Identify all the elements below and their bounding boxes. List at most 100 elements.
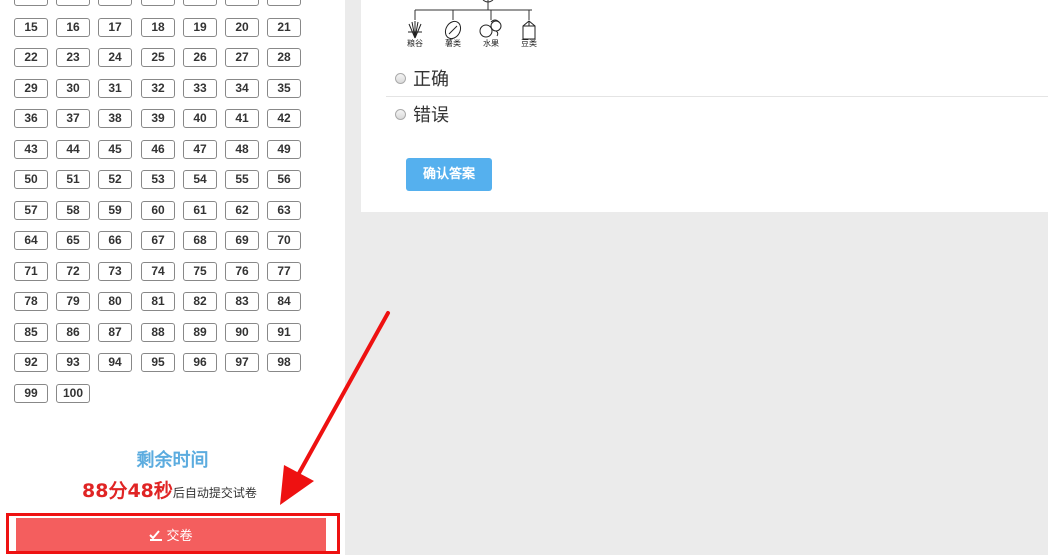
option-label: 错误 bbox=[413, 105, 449, 126]
question-number-button[interactable]: 47 bbox=[183, 140, 217, 159]
question-number-button[interactable]: 17 bbox=[98, 18, 132, 37]
question-number-button[interactable]: 68 bbox=[183, 231, 217, 250]
question-number-button[interactable]: 82 bbox=[183, 292, 217, 311]
question-number-button[interactable]: 61 bbox=[183, 201, 217, 220]
question-number-button[interactable]: 75 bbox=[183, 262, 217, 281]
question-number-button[interactable]: 60 bbox=[141, 201, 175, 220]
question-number-button[interactable]: 19 bbox=[183, 18, 217, 37]
radio-button[interactable] bbox=[395, 72, 406, 84]
diagram-label-bean: 豆类 bbox=[521, 38, 537, 48]
question-number-button[interactable]: 45 bbox=[98, 140, 132, 159]
question-number-button[interactable]: 39 bbox=[141, 109, 175, 128]
question-number-button[interactable]: 37 bbox=[56, 109, 90, 128]
question-number-button[interactable]: 87 bbox=[98, 323, 132, 342]
question-number-button[interactable]: 89 bbox=[183, 323, 217, 342]
question-number-button[interactable]: 31 bbox=[98, 79, 132, 98]
question-number-button[interactable]: 62 bbox=[225, 201, 259, 220]
question-number-button[interactable]: 9 bbox=[56, 0, 90, 6]
question-number-button[interactable]: 79 bbox=[56, 292, 90, 311]
question-number-button[interactable]: 99 bbox=[14, 384, 48, 403]
radio-button[interactable] bbox=[395, 108, 406, 120]
question-number-button[interactable]: 94 bbox=[98, 353, 132, 372]
question-number-button[interactable]: 88 bbox=[141, 323, 175, 342]
question-number-button[interactable]: 35 bbox=[267, 79, 301, 98]
question-number-button[interactable]: 63 bbox=[267, 201, 301, 220]
question-number-button[interactable]: 21 bbox=[267, 18, 301, 37]
question-number-button[interactable]: 20 bbox=[225, 18, 259, 37]
question-number-button[interactable]: 95 bbox=[141, 353, 175, 372]
question-number-button[interactable]: 53 bbox=[141, 170, 175, 189]
question-number-button[interactable]: 97 bbox=[225, 353, 259, 372]
question-number-button[interactable]: 32 bbox=[141, 79, 175, 98]
question-number-button[interactable]: 50 bbox=[14, 170, 48, 189]
question-number-button[interactable]: 92 bbox=[14, 353, 48, 372]
question-number-button[interactable]: 65 bbox=[56, 231, 90, 250]
option-divider bbox=[386, 96, 1048, 97]
question-number-button[interactable]: 81 bbox=[141, 292, 175, 311]
question-number-button[interactable]: 10 bbox=[98, 0, 132, 6]
question-number-button[interactable]: 51 bbox=[56, 170, 90, 189]
question-number-button[interactable]: 16 bbox=[56, 18, 90, 37]
question-number-button[interactable]: 29 bbox=[14, 79, 48, 98]
question-number-button[interactable]: 24 bbox=[98, 48, 132, 67]
question-number-button[interactable]: 23 bbox=[56, 48, 90, 67]
question-number-button[interactable]: 85 bbox=[14, 323, 48, 342]
question-number-button[interactable]: 44 bbox=[56, 140, 90, 159]
question-number-button[interactable]: 18 bbox=[141, 18, 175, 37]
question-number-button[interactable]: 46 bbox=[141, 140, 175, 159]
question-number-button[interactable]: 67 bbox=[141, 231, 175, 250]
question-number-button[interactable]: 78 bbox=[14, 292, 48, 311]
option-wrong[interactable]: 错误 bbox=[395, 101, 449, 127]
question-number-button[interactable]: 73 bbox=[98, 262, 132, 281]
question-number-button[interactable]: 90 bbox=[225, 323, 259, 342]
question-number-button[interactable]: 77 bbox=[267, 262, 301, 281]
question-number-button[interactable]: 49 bbox=[267, 140, 301, 159]
question-number-button[interactable]: 56 bbox=[267, 170, 301, 189]
question-number-button[interactable]: 66 bbox=[98, 231, 132, 250]
question-number-button[interactable]: 96 bbox=[183, 353, 217, 372]
question-number-button[interactable]: 12 bbox=[183, 0, 217, 6]
question-number-button[interactable]: 86 bbox=[56, 323, 90, 342]
option-correct[interactable]: 正确 bbox=[395, 65, 449, 91]
question-number-button[interactable]: 42 bbox=[267, 109, 301, 128]
question-number-button[interactable]: 28 bbox=[267, 48, 301, 67]
question-number-button[interactable]: 14 bbox=[267, 0, 301, 6]
question-number-button[interactable]: 43 bbox=[14, 140, 48, 159]
question-number-button[interactable]: 25 bbox=[141, 48, 175, 67]
question-number-button[interactable]: 76 bbox=[225, 262, 259, 281]
question-number-button[interactable]: 36 bbox=[14, 109, 48, 128]
submit-exam-button[interactable]: 交卷 bbox=[16, 518, 326, 551]
confirm-answer-button[interactable]: 确认答案 bbox=[406, 158, 492, 191]
question-number-button[interactable]: 41 bbox=[225, 109, 259, 128]
timer-line: 88分48秒后自动提交试卷 bbox=[82, 476, 257, 503]
question-number-button[interactable]: 80 bbox=[98, 292, 132, 311]
question-number-button[interactable]: 27 bbox=[225, 48, 259, 67]
question-number-button[interactable]: 70 bbox=[267, 231, 301, 250]
question-number-button[interactable]: 71 bbox=[14, 262, 48, 281]
question-number-button[interactable]: 22 bbox=[14, 48, 48, 67]
question-number-button[interactable]: 8 bbox=[14, 0, 48, 6]
question-number-button[interactable]: 69 bbox=[225, 231, 259, 250]
question-number-button[interactable]: 30 bbox=[56, 79, 90, 98]
question-number-button[interactable]: 100 bbox=[56, 384, 90, 403]
question-number-button[interactable]: 72 bbox=[56, 262, 90, 281]
question-number-button[interactable]: 33 bbox=[183, 79, 217, 98]
question-number-button[interactable]: 64 bbox=[14, 231, 48, 250]
question-number-button[interactable]: 59 bbox=[98, 201, 132, 220]
question-number-button[interactable]: 52 bbox=[98, 170, 132, 189]
question-number-button[interactable]: 83 bbox=[225, 292, 259, 311]
question-number-button[interactable]: 11 bbox=[141, 0, 175, 6]
question-number-button[interactable]: 93 bbox=[56, 353, 90, 372]
question-number-button[interactable]: 26 bbox=[183, 48, 217, 67]
question-number-button[interactable]: 57 bbox=[14, 201, 48, 220]
question-number-button[interactable]: 15 bbox=[14, 18, 48, 37]
question-number-button[interactable]: 38 bbox=[98, 109, 132, 128]
question-number-button[interactable]: 58 bbox=[56, 201, 90, 220]
question-number-button[interactable]: 40 bbox=[183, 109, 217, 128]
question-number-button[interactable]: 55 bbox=[225, 170, 259, 189]
question-number-button[interactable]: 13 bbox=[225, 0, 259, 6]
question-number-button[interactable]: 48 bbox=[225, 140, 259, 159]
question-number-button[interactable]: 54 bbox=[183, 170, 217, 189]
question-number-button[interactable]: 74 bbox=[141, 262, 175, 281]
question-number-button[interactable]: 34 bbox=[225, 79, 259, 98]
